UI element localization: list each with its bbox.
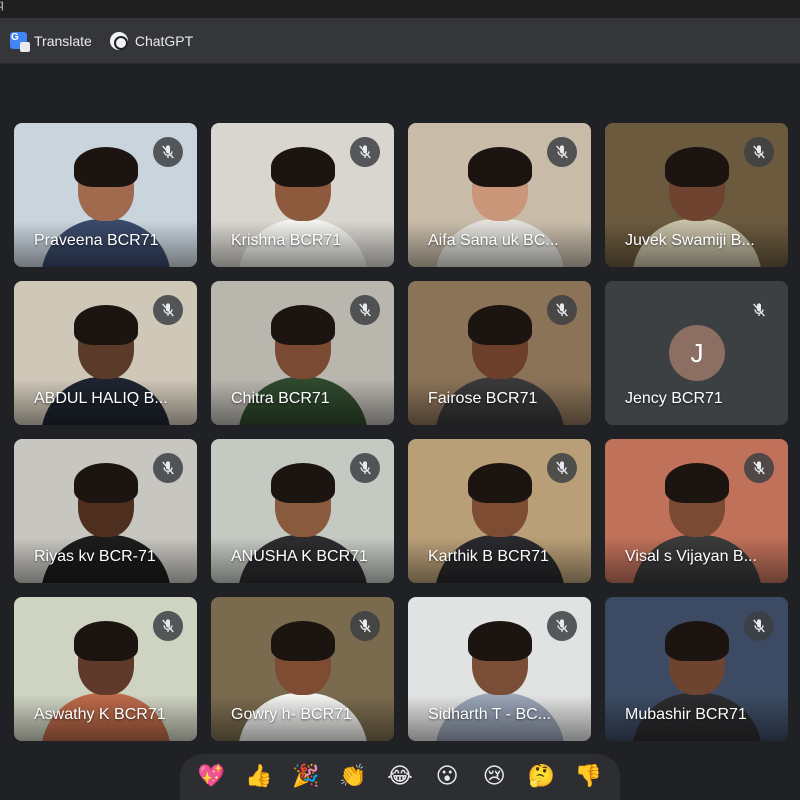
mic-off-icon (153, 137, 183, 167)
participant-tile[interactable]: Chitra BCR71 (211, 281, 394, 425)
participant-tile[interactable]: Sidharth T - BC... (408, 597, 591, 741)
person-hair (664, 147, 729, 187)
person-hair (664, 463, 729, 503)
chatgpt-icon (109, 31, 128, 50)
participant-tile[interactable]: Visal s Vijayan B... (605, 439, 788, 583)
participant-name: Jency BCR71 (625, 390, 723, 407)
participant-tile[interactable]: ABDUL HALIQ B... (14, 281, 197, 425)
tears-of-joy-icon[interactable]: 😂 (385, 762, 415, 792)
mic-off-icon (547, 137, 577, 167)
google-translate-icon (10, 32, 30, 52)
participant-name: ANUSHA K BCR71 (231, 548, 368, 565)
surprised-face-icon[interactable]: 😮 (432, 762, 462, 792)
person-hair (270, 463, 335, 503)
participant-name: Fairose BCR71 (428, 390, 538, 407)
bookmark-label: Translate (34, 32, 92, 49)
person-hair (270, 147, 335, 187)
participant-name: Juvek Swamiji B... (625, 232, 755, 249)
participant-tile[interactable]: Aifa Sana uk BC... (408, 123, 591, 267)
mic-off-icon (744, 137, 774, 167)
party-popper-icon[interactable]: 🎉 (291, 762, 321, 792)
person-hair (73, 463, 138, 503)
bookmark-label: ChatGPT (134, 32, 194, 49)
mic-off-icon (744, 295, 774, 325)
mic-off-icon (350, 137, 380, 167)
person-hair (467, 147, 532, 187)
mic-off-icon (547, 453, 577, 483)
person-hair (270, 621, 335, 661)
bookmark-translate[interactable]: Translate (10, 32, 92, 52)
crying-face-icon[interactable]: 😢 (479, 762, 509, 792)
person-hair (467, 463, 532, 503)
mic-off-icon (547, 295, 577, 325)
avatar: J (669, 325, 725, 381)
mic-off-icon (350, 611, 380, 641)
participant-name: Karthik B BCR71 (428, 548, 549, 565)
participant-tile[interactable]: Mubashir BCR71 (605, 597, 788, 741)
mic-off-icon (744, 453, 774, 483)
window-title-glyph: q (0, 0, 4, 11)
participant-name: Aswathy K BCR71 (34, 706, 166, 723)
participant-tile[interactable]: Riyas kv BCR-71 (14, 439, 197, 583)
mic-off-icon (547, 611, 577, 641)
participant-name: Aifa Sana uk BC... (428, 232, 559, 249)
participant-tile[interactable]: Fairose BCR71 (408, 281, 591, 425)
participant-name: Krishna BCR71 (231, 232, 342, 249)
participant-name: ABDUL HALIQ B... (34, 390, 168, 407)
mic-off-icon (153, 295, 183, 325)
person-hair (467, 305, 532, 345)
person-hair (664, 621, 729, 661)
participant-tile[interactable]: Juvek Swamiji B... (605, 123, 788, 267)
bookmarks-bar: Translate ChatGPT (0, 18, 800, 64)
person-hair (270, 305, 335, 345)
participant-name: Gowry h- BCR71 (231, 706, 352, 723)
participant-tile[interactable]: Krishna BCR71 (211, 123, 394, 267)
reactions-bar: 💖 👍 🎉 👏 😂 😮 😢 🤔 👎 (180, 754, 620, 800)
person-hair (73, 147, 138, 187)
person-hair (73, 621, 138, 661)
participant-name: Chitra BCR71 (231, 390, 330, 407)
thumbs-down-icon[interactable]: 👎 (573, 762, 603, 792)
participant-tile[interactable]: Gowry h- BCR71 (211, 597, 394, 741)
person-hair (467, 621, 532, 661)
mic-off-icon (153, 453, 183, 483)
participant-name: Mubashir BCR71 (625, 706, 747, 723)
bookmark-chatgpt[interactable]: ChatGPT (109, 31, 194, 50)
participant-tile[interactable]: Praveena BCR71 (14, 123, 197, 267)
person-hair (73, 305, 138, 345)
participant-name: Riyas kv BCR-71 (34, 548, 156, 565)
participant-grid: Praveena BCR71 Krishna BCR71 Aifa Sana uk … (14, 123, 788, 741)
participant-tile[interactable]: J Jency BCR71 (605, 281, 788, 425)
thumbs-up-icon[interactable]: 👍 (244, 762, 274, 792)
mic-off-icon (744, 611, 774, 641)
mic-off-icon (153, 611, 183, 641)
participant-name: Visal s Vijayan B... (625, 548, 757, 565)
thinking-face-icon[interactable]: 🤔 (526, 762, 556, 792)
sparkling-heart-icon[interactable]: 💖 (197, 762, 227, 792)
participant-name: Praveena BCR71 (34, 232, 159, 249)
participant-name: Sidharth T - BC... (428, 706, 552, 723)
mic-off-icon (350, 295, 380, 325)
clapping-hands-icon[interactable]: 👏 (338, 762, 368, 792)
participant-tile[interactable]: ANUSHA K BCR71 (211, 439, 394, 583)
browser-top-strip: q (0, 0, 800, 18)
participant-tile[interactable]: Aswathy K BCR71 (14, 597, 197, 741)
participant-tile[interactable]: Karthik B BCR71 (408, 439, 591, 583)
mic-off-icon (350, 453, 380, 483)
